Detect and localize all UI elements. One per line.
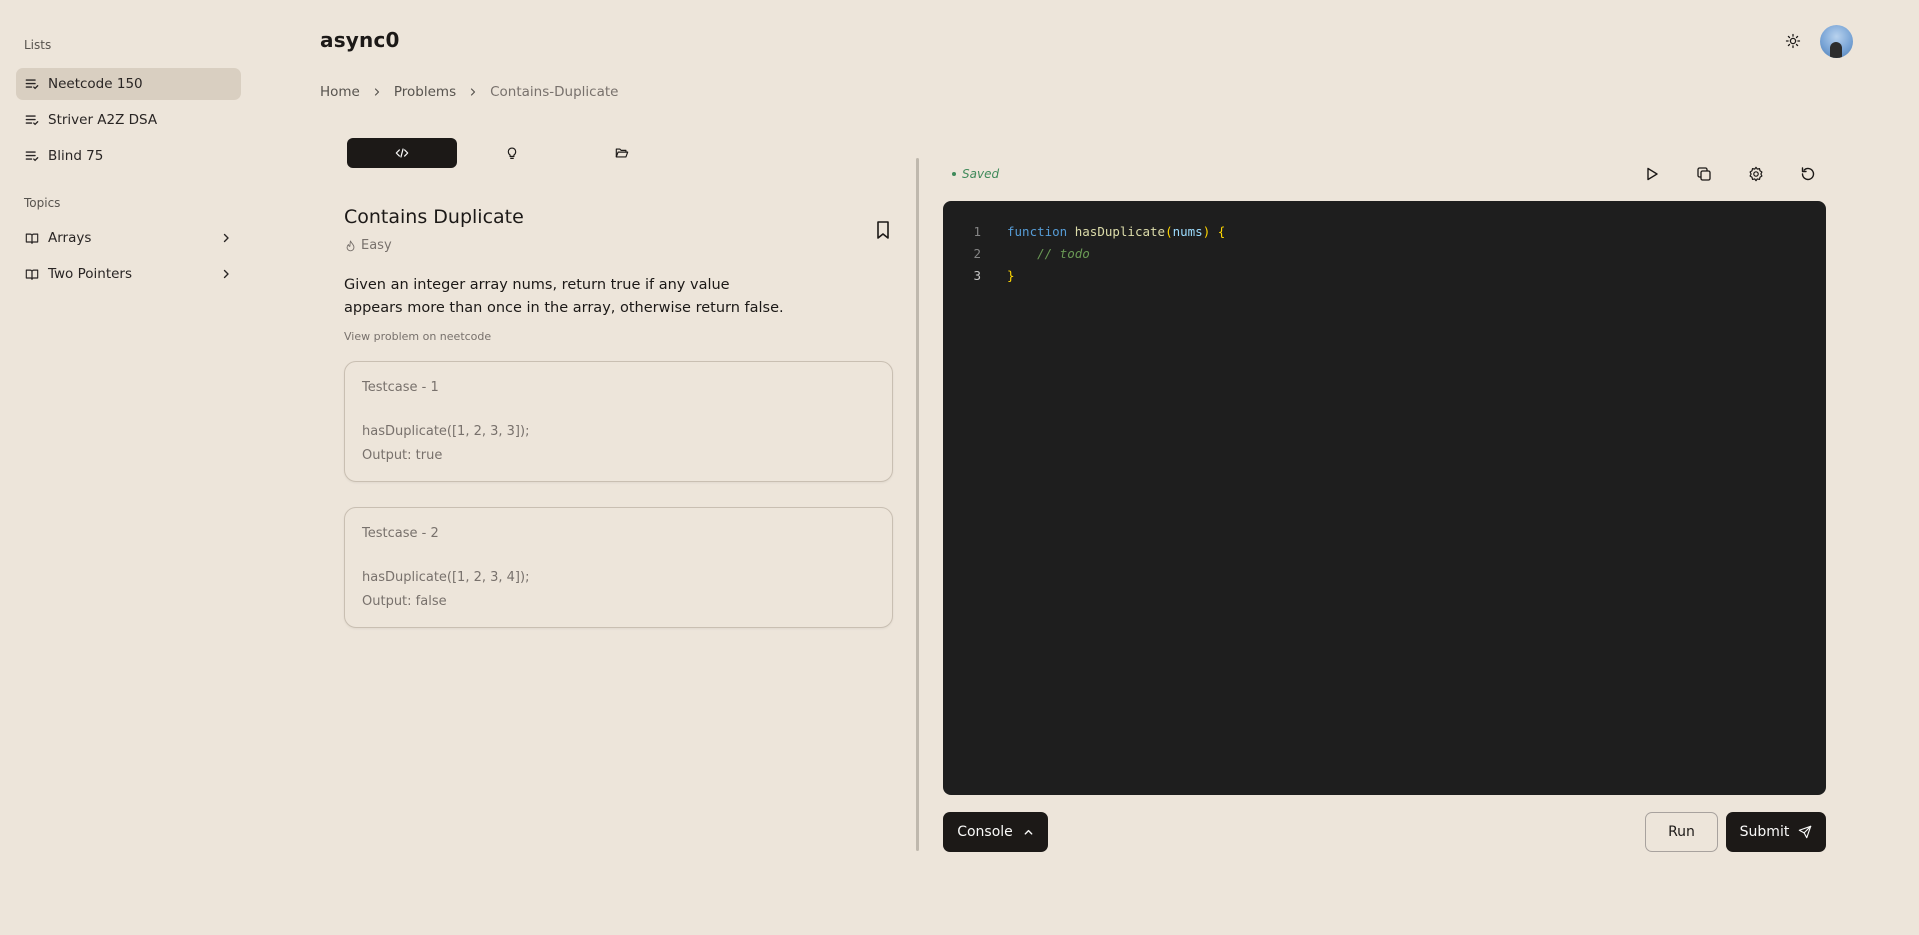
paren-token: ) bbox=[1202, 224, 1211, 239]
chevron-right-icon bbox=[220, 232, 232, 244]
paren-token: ( bbox=[1165, 224, 1173, 239]
param-token: nums bbox=[1172, 224, 1203, 239]
chevron-right-icon bbox=[468, 87, 478, 97]
lists-section-title: Lists bbox=[24, 38, 52, 52]
view-on-neetcode-link[interactable]: View problem on neetcode bbox=[344, 330, 491, 343]
sidebar-item-label: Arrays bbox=[48, 230, 92, 246]
bookmark-button[interactable] bbox=[875, 220, 891, 240]
chevron-right-icon bbox=[220, 268, 232, 280]
save-status-label: Saved bbox=[962, 167, 1000, 181]
app-logo[interactable]: async0 bbox=[320, 28, 400, 52]
breadcrumb-home[interactable]: Home bbox=[320, 84, 360, 100]
line-number: 2 bbox=[973, 246, 981, 261]
settings-icon bbox=[1748, 166, 1764, 182]
code-line: 2 // todo bbox=[943, 243, 1089, 265]
play-icon bbox=[1644, 166, 1660, 182]
breadcrumb-current: Contains-Duplicate bbox=[490, 84, 619, 100]
tab-hints[interactable] bbox=[457, 138, 567, 168]
console-toggle-button[interactable]: Console bbox=[943, 812, 1048, 852]
chevron-right-icon bbox=[372, 87, 382, 97]
tab-code[interactable] bbox=[347, 138, 457, 168]
problem-description: Given an integer array nums, return true… bbox=[344, 277, 784, 316]
run-button[interactable]: Run bbox=[1645, 812, 1718, 852]
testcase-code: hasDuplicate([1, 2, 3, 3]); bbox=[362, 424, 530, 439]
list-check-icon bbox=[25, 77, 39, 91]
run-code-button[interactable] bbox=[1644, 166, 1660, 182]
copy-code-button[interactable] bbox=[1696, 166, 1712, 182]
chevron-up-icon bbox=[1023, 827, 1034, 838]
sidebar-item-label: Striver A2Z DSA bbox=[48, 112, 158, 128]
code-icon bbox=[395, 146, 409, 160]
problem-title: Contains Duplicate bbox=[344, 206, 524, 228]
breadcrumb: Home Problems Contains-Duplicate bbox=[320, 84, 618, 100]
panel-resize-handle[interactable] bbox=[916, 158, 919, 851]
reset-icon bbox=[1800, 166, 1816, 182]
submit-button[interactable]: Submit bbox=[1726, 812, 1826, 852]
reset-code-button[interactable] bbox=[1800, 166, 1816, 182]
testcase-title: Testcase - 2 bbox=[362, 526, 439, 541]
flame-icon bbox=[345, 240, 356, 252]
sidebar-item-neetcode-150[interactable]: Neetcode 150 bbox=[16, 68, 241, 100]
line-number: 1 bbox=[973, 224, 981, 239]
sun-icon bbox=[1785, 33, 1801, 49]
sidebar-item-blind-75[interactable]: Blind 75 bbox=[16, 140, 241, 172]
code-text: // todo bbox=[1007, 243, 1090, 265]
console-label: Console bbox=[957, 824, 1013, 840]
testcase-code: hasDuplicate([1, 2, 3, 4]); bbox=[362, 570, 530, 585]
code-line: 3 } bbox=[943, 265, 1014, 287]
testcase-output: Output: true bbox=[362, 448, 443, 463]
list-check-icon bbox=[25, 113, 39, 127]
testcase-card: Testcase - 2 hasDuplicate([1, 2, 3, 4]);… bbox=[344, 507, 893, 628]
sidebar-item-label: Two Pointers bbox=[48, 266, 133, 282]
brace-token: } bbox=[1007, 268, 1015, 283]
sidebar-item-label: Blind 75 bbox=[48, 148, 104, 164]
save-status: Saved bbox=[952, 167, 999, 181]
avatar-figure bbox=[1830, 42, 1842, 58]
tab-submissions[interactable] bbox=[567, 138, 677, 168]
difficulty-label: Easy bbox=[361, 238, 392, 253]
submit-label: Submit bbox=[1739, 824, 1790, 840]
topics-section-title: Topics bbox=[24, 196, 61, 210]
testcase-card: Testcase - 1 hasDuplicate([1, 2, 3, 3]);… bbox=[344, 361, 893, 482]
function-name-token: hasDuplicate bbox=[1074, 224, 1166, 239]
sidebar-item-label: Neetcode 150 bbox=[48, 76, 143, 92]
comment-token: // todo bbox=[1037, 246, 1090, 261]
copy-icon bbox=[1696, 166, 1712, 182]
theme-toggle-button[interactable] bbox=[1785, 33, 1801, 49]
code-line: 1 function hasDuplicate(nums) { bbox=[943, 221, 1225, 243]
book-open-icon bbox=[25, 231, 39, 245]
sidebar-item-striver-a2z-dsa[interactable]: Striver A2Z DSA bbox=[16, 104, 241, 136]
status-dot bbox=[952, 172, 956, 176]
sidebar: Lists Neetcode 150 Striver A2Z DSA Blind… bbox=[16, 38, 241, 290]
line-number: 3 bbox=[973, 268, 981, 283]
code-text: function hasDuplicate(nums) { bbox=[1007, 221, 1225, 243]
bookmark-icon bbox=[875, 220, 891, 240]
send-icon bbox=[1798, 825, 1812, 839]
difficulty-badge: Easy bbox=[345, 238, 392, 253]
sidebar-item-two-pointers[interactable]: Two Pointers bbox=[16, 258, 241, 290]
editor-settings-button[interactable] bbox=[1748, 166, 1764, 182]
lightbulb-icon bbox=[505, 146, 519, 160]
list-check-icon bbox=[25, 149, 39, 163]
code-editor[interactable]: 1 function hasDuplicate(nums) { 2 // tod… bbox=[943, 201, 1826, 795]
brace-token: { bbox=[1217, 224, 1226, 239]
problem-tabs bbox=[347, 138, 677, 168]
keyword-token: function bbox=[1007, 224, 1068, 239]
book-open-icon bbox=[25, 267, 39, 281]
sidebar-item-arrays[interactable]: Arrays bbox=[16, 222, 241, 254]
folder-open-icon bbox=[615, 146, 629, 160]
code-text: } bbox=[1007, 265, 1015, 287]
testcase-title: Testcase - 1 bbox=[362, 380, 439, 395]
testcase-output: Output: false bbox=[362, 594, 447, 609]
breadcrumb-problems[interactable]: Problems bbox=[394, 84, 456, 100]
user-avatar[interactable] bbox=[1820, 25, 1853, 58]
